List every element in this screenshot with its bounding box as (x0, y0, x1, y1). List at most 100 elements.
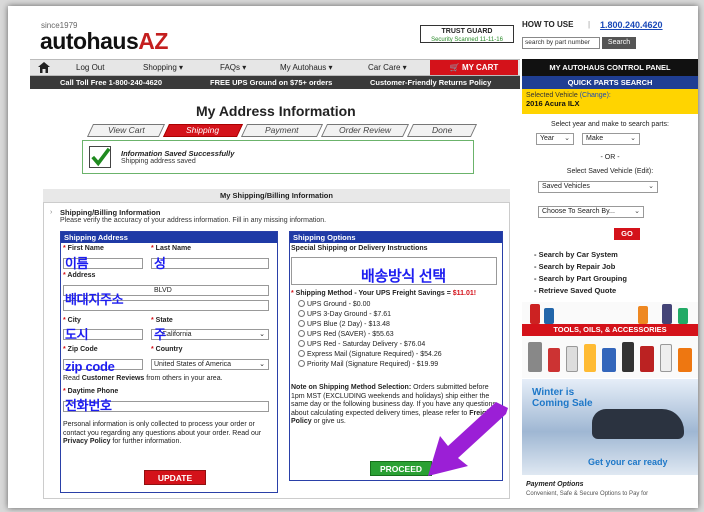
go-button[interactable]: GO (614, 228, 640, 240)
radio-button[interactable] (298, 340, 305, 347)
address-label: * Address (63, 272, 96, 279)
choose-search-by-select[interactable]: Choose To Search By... ⌄ (538, 206, 644, 218)
step-order-review[interactable]: Order Review (320, 124, 410, 137)
billing-info-heading: Shipping/Billing Information (60, 208, 161, 217)
search-by-part-grouping-link[interactable]: - Search by Part Grouping (534, 274, 627, 283)
special-instructions-label: Special Shipping or Delivery Instruction… (291, 245, 428, 252)
site-logo[interactable]: autohausAZ (40, 28, 168, 55)
nav-car-care[interactable]: Car Care ▾ (368, 63, 407, 72)
address-label-text: Address (67, 272, 96, 279)
step-shipping[interactable]: Shipping (162, 124, 244, 137)
note-title: Note on Shipping Method Selection: (291, 384, 412, 391)
step-label: Payment (265, 125, 299, 135)
step-payment[interactable]: Payment (240, 124, 324, 137)
state-label-text: State (155, 317, 173, 324)
ship-option-ups-red-saturday[interactable]: UPS Red - Saturday Delivery - $76.04 (298, 340, 425, 348)
chevron-down-icon: ⌄ (630, 135, 636, 142)
radio-button[interactable] (298, 350, 305, 357)
trust-guard-subtitle: Security Scanned 11-11-16 (431, 37, 503, 43)
ship-option-ups-blue[interactable]: UPS Blue (2 Day) - $13.48 (298, 320, 390, 328)
phone-label-text: Daytime Phone (67, 388, 119, 395)
change-vehicle-link[interactable]: (Change): (580, 92, 611, 99)
update-button[interactable]: UPDATE (144, 470, 206, 485)
radio-button[interactable] (298, 320, 305, 327)
saved-vehicles-select[interactable]: Saved Vehicles ⌄ (538, 181, 658, 193)
ship-option-ups-3day[interactable]: UPS 3-Day Ground - $7.61 (298, 310, 391, 318)
part-number-search-input[interactable]: search by part number (522, 37, 600, 49)
ship-option-express-mail[interactable]: Express Mail (Signature Required) - $54.… (298, 350, 442, 358)
annotation-state: 주 (154, 327, 166, 342)
winter-sale-banner[interactable]: Winter is Coming Sale Get your car ready (522, 379, 698, 475)
step-view-cart[interactable]: View Cart (86, 124, 166, 137)
phone-link[interactable]: 1.800.240.4620 (600, 20, 663, 30)
ship-option-label: Express Mail (Signature Required) - $54.… (307, 351, 442, 358)
product-image (622, 342, 634, 372)
product-image (584, 344, 596, 372)
state-select-value: California (162, 331, 192, 338)
how-to-use-link[interactable]: HOW TO USE (522, 20, 573, 29)
country-select-value: United States of America (154, 361, 232, 368)
promo-toll-free[interactable]: Call Toll Free 1-800-240-4620 (60, 78, 162, 87)
annotation-shipping-method: 배송방식 선택 (361, 268, 446, 285)
checkout-steps: View Cart Shipping Payment Order Review … (80, 124, 480, 137)
product-image (662, 304, 672, 324)
country-select[interactable]: United States of America ⌄ (151, 359, 269, 370)
customer-reviews-link[interactable]: Customer Reviews (82, 375, 145, 382)
ship-option-ups-ground[interactable]: UPS Ground - $0.00 (298, 300, 370, 308)
reviews-pre: Read (63, 375, 82, 382)
radio-button[interactable] (298, 330, 305, 337)
annotation-city: 도시 (65, 327, 89, 342)
city-label: * City (63, 317, 81, 324)
annotation-zip: zip code (65, 359, 115, 374)
product-image (660, 344, 672, 372)
nav-my-autohaus[interactable]: My Autohaus ▾ (280, 63, 333, 72)
radio-button[interactable] (298, 300, 305, 307)
notice-subtitle: Shipping address saved (121, 158, 196, 165)
payment-options-title: Payment Options (526, 481, 584, 488)
search-by-repair-job-link[interactable]: - Search by Repair Job (534, 262, 615, 271)
billing-info-description: Please verify the accuracy of your addre… (60, 217, 327, 224)
home-icon[interactable] (38, 62, 50, 73)
save-success-notice: Information Saved Successfully Shipping … (82, 140, 474, 174)
selected-vehicle-label: Selected Vehicle (526, 92, 578, 99)
logo-accent: AZ (138, 28, 168, 54)
nav-faqs[interactable]: FAQs ▾ (220, 63, 246, 72)
retrieve-saved-quote-link[interactable]: - Retrieve Saved Quote (534, 286, 616, 295)
privacy-text: Personal information is only collected t… (63, 421, 262, 437)
promo-free-shipping[interactable]: FREE UPS Ground on $75+ orders (210, 78, 332, 87)
annotation-name: 이름 (65, 256, 89, 271)
state-label: * State (151, 317, 173, 324)
nav-shopping[interactable]: Shopping ▾ (143, 63, 183, 72)
search-button[interactable]: Search (602, 37, 636, 49)
promo-bar: Call Toll Free 1-800-240-4620 FREE UPS G… (30, 76, 520, 89)
privacy-policy-link[interactable]: Privacy Policy (63, 438, 110, 445)
step-label: Done (431, 125, 453, 135)
promo-returns[interactable]: Customer-Friendly Returns Policy (370, 78, 491, 87)
last-name-field[interactable] (151, 258, 269, 269)
radio-button[interactable] (298, 360, 305, 367)
step-label: Shipping (186, 125, 220, 135)
cart-icon: 🛒 (449, 63, 462, 72)
my-cart-button[interactable]: 🛒 MY CART (430, 60, 518, 75)
step-done[interactable]: Done (406, 124, 478, 137)
trust-guard-badge[interactable]: TRUST GUARD Security Scanned 11-11-16 (420, 25, 514, 43)
my-cart-label: MY CART (461, 63, 499, 72)
state-select[interactable]: California ⌄ (151, 329, 269, 340)
control-panel-header[interactable]: MY AUTOHAUS CONTROL PANEL (522, 59, 698, 76)
logo-main: autohaus (40, 28, 139, 54)
search-by-car-system-link[interactable]: - Search by Car System (534, 250, 618, 259)
step-label: View Cart (107, 125, 145, 135)
chevron-down-icon: ⌄ (634, 208, 640, 215)
tools-oils-banner[interactable]: TOOLS, OILS, & ACCESSORIES (522, 302, 698, 378)
ship-option-label: UPS 3-Day Ground - $7.61 (307, 311, 392, 318)
year-select[interactable]: Year ⌄ (536, 133, 574, 145)
radio-button[interactable] (298, 310, 305, 317)
nav-log-out[interactable]: Log Out (76, 63, 104, 72)
ship-option-priority-mail[interactable]: Priority Mail (Signature Required) - $19… (298, 360, 438, 368)
product-image (548, 348, 560, 372)
first-name-label-text: First Name (67, 245, 104, 252)
make-select[interactable]: Make ⌄ (582, 133, 640, 145)
ship-option-ups-red-saver[interactable]: UPS Red (SAVER) - $55.63 (298, 330, 394, 338)
page-title: My Address Information (196, 103, 356, 119)
winter-line-1: Winter is (532, 387, 575, 398)
